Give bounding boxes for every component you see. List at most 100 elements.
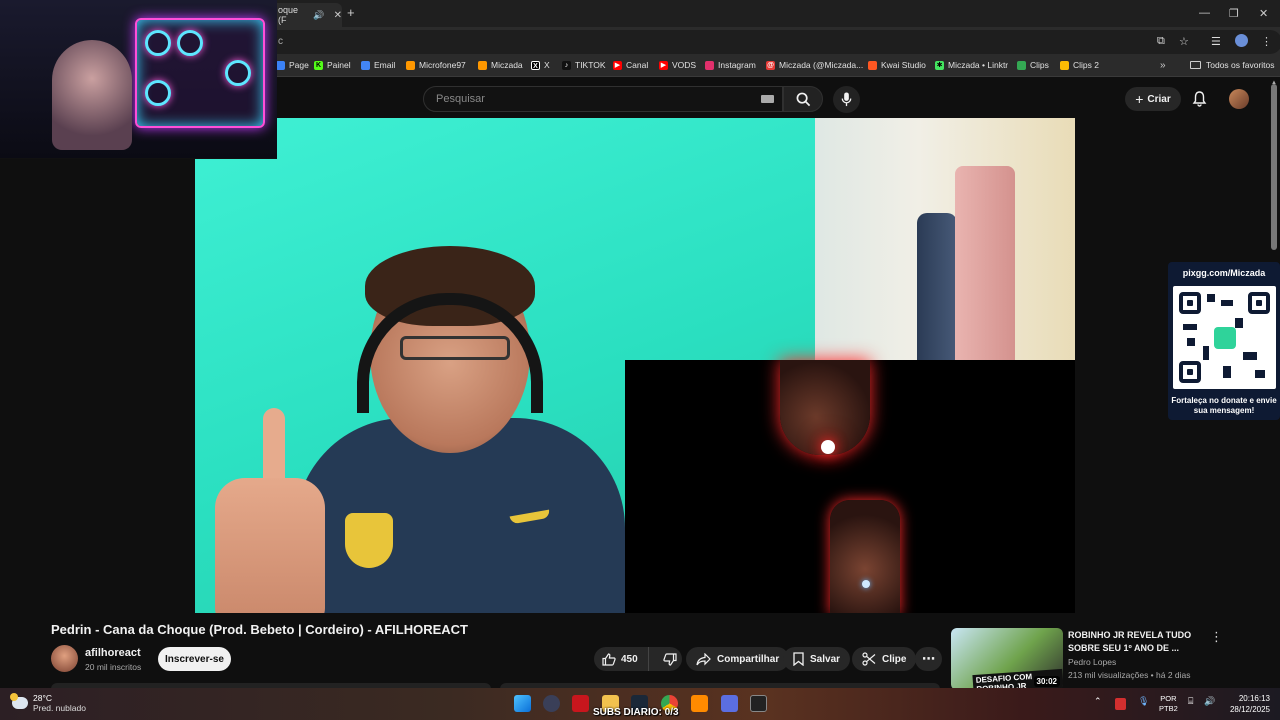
bookmark-item[interactable]: ✱ Miczada • Linktr	[935, 60, 1008, 70]
recommendation-meta: 213 mil visualizações • há 2 dias	[1068, 670, 1191, 680]
like-dislike-group: 450	[594, 647, 682, 671]
recommendation-title[interactable]: ROBINHO JR REVELA TUDO SOBRE SEU 1º ANO …	[1068, 629, 1198, 655]
rgb-fan-icon	[145, 30, 171, 56]
volume-icon[interactable]: 🔊	[1204, 696, 1215, 707]
bookmark-item[interactable]: @ Miczada (@Miczada...	[766, 60, 863, 70]
voice-search-button[interactable]	[833, 86, 860, 113]
like-button[interactable]: 450	[594, 647, 649, 671]
search-icon	[796, 92, 811, 107]
tab-title: oque (F	[278, 5, 299, 25]
email-icon	[361, 60, 370, 70]
recommendation-channel[interactable]: Pedro Lopes	[1068, 657, 1116, 667]
thumbs-up-icon	[602, 652, 616, 666]
search-button[interactable]	[783, 86, 823, 112]
drive-icon	[1017, 60, 1026, 70]
bookmark-item[interactable]: Clips 2	[1060, 60, 1099, 70]
microphone-tray-icon[interactable]: 🎙	[1138, 696, 1149, 707]
bookmark-item[interactable]: ▶ Canal	[613, 60, 648, 70]
video-inset-clip	[625, 360, 1075, 613]
video-player[interactable]	[195, 118, 1075, 613]
voicemeeter-app-icon[interactable]	[572, 695, 589, 712]
youtube-icon: ▶	[659, 60, 668, 70]
settings-app-icon[interactable]	[543, 695, 560, 712]
minimize-icon[interactable]: —	[1199, 7, 1210, 19]
tiktok-icon: ♪	[562, 60, 571, 70]
profile-icon[interactable]	[1235, 34, 1248, 47]
bookmark-item[interactable]: Kwai Studio	[868, 60, 926, 70]
channel-name[interactable]: afilhoreact	[85, 647, 141, 659]
windows-start-icon[interactable]	[514, 695, 531, 712]
partly-cloudy-icon	[10, 693, 28, 709]
page-scrollbar[interactable]	[1271, 84, 1277, 250]
search-input[interactable]: Pesquisar	[423, 86, 783, 112]
speaker-icon[interactable]: 🔊	[313, 10, 324, 21]
bookmark-item[interactable]: Microfone97	[406, 60, 466, 70]
more-vertical-icon[interactable]: ⋮	[1210, 629, 1223, 645]
taskbar-clock[interactable]: 20:16:13 28/12/2025	[1226, 693, 1270, 715]
clip-button[interactable]: Clipe	[852, 647, 917, 671]
qr-module	[1235, 318, 1243, 328]
video-glasses	[400, 336, 510, 360]
app-shortcut-icon[interactable]	[721, 695, 738, 712]
subscribe-button[interactable]: Inscrever-se	[158, 647, 231, 671]
address-field[interactable]: c	[262, 30, 1280, 54]
qr-code	[1173, 286, 1276, 389]
create-button[interactable]: + Criar	[1125, 87, 1181, 111]
qr-module	[1207, 294, 1215, 302]
scissors-icon	[862, 652, 876, 666]
app-shortcut-icon[interactable]	[691, 695, 708, 712]
rgb-fan-icon	[177, 30, 203, 56]
qr-module	[1183, 324, 1197, 330]
notifications-bell-icon[interactable]	[1192, 91, 1207, 107]
link-icon	[478, 60, 487, 70]
close-tab-icon[interactable]: ✕	[334, 10, 342, 21]
star-icon[interactable]: ☆	[1179, 35, 1189, 48]
reading-list-icon[interactable]: ☰	[1211, 35, 1221, 48]
qr-module	[1203, 346, 1209, 360]
drive-icon	[1060, 60, 1069, 70]
install-app-icon[interactable]: ⧉	[1157, 35, 1165, 48]
inset-hand-bottom	[830, 500, 900, 613]
account-avatar[interactable]	[1229, 89, 1249, 109]
weather-widget[interactable]: 28°C Pred. nublado	[10, 693, 86, 713]
tray-overflow-icon[interactable]: ⌃	[1094, 696, 1102, 707]
qr-module	[1223, 366, 1231, 378]
bookmark-item[interactable]: Page	[276, 60, 309, 70]
donate-url: pixgg.com/Miczada	[1182, 268, 1266, 278]
recommendation-thumbnail[interactable]: DESAFIO COM ROBINHO JR 30:02	[951, 628, 1063, 690]
tray-app-icon[interactable]	[1115, 698, 1126, 710]
bookmark-item[interactable]: Email	[361, 60, 395, 70]
restore-icon[interactable]: ❐	[1229, 7, 1239, 20]
save-button[interactable]: Salvar	[783, 647, 851, 671]
folder-icon	[1190, 61, 1201, 69]
clock-time: 20:16:13	[1238, 694, 1270, 703]
keyboard-icon[interactable]	[761, 95, 774, 103]
bookmark-item[interactable]: K Painel	[314, 60, 351, 70]
chevron-double-right-icon[interactable]: »	[1160, 60, 1166, 71]
clock-date: 28/12/2025	[1229, 705, 1270, 714]
bookmark-item[interactable]: Miczada	[478, 60, 523, 70]
bookmark-item[interactable]: XX	[531, 60, 550, 70]
youtube-icon: ▶	[613, 60, 622, 70]
bookmark-item[interactable]: Clips	[1017, 60, 1049, 70]
screen: oque (F 🔊 ✕ + — ❐ ✕ c ⧉ ☆ ☰ ⋮ Page K Pain…	[0, 0, 1280, 720]
all-favorites-button[interactable]: Todos os favoritos	[1190, 60, 1275, 70]
dislike-button[interactable]	[655, 647, 677, 671]
address-text: c	[278, 36, 283, 47]
new-tab-icon[interactable]: +	[347, 5, 355, 20]
close-window-icon[interactable]: ✕	[1259, 7, 1268, 20]
channel-avatar[interactable]	[51, 645, 78, 672]
share-button[interactable]: Compartilhar	[686, 647, 790, 671]
bookmark-item[interactable]: ♪ TIKTOK	[562, 60, 606, 70]
webcam-streamer	[52, 40, 132, 150]
more-actions-icon[interactable]: ⋯	[915, 647, 942, 671]
more-menu-icon[interactable]: ⋮	[1261, 35, 1272, 48]
thumbs-down-icon	[663, 652, 677, 666]
language-indicator[interactable]: POR PTB2	[1159, 694, 1178, 714]
bookmark-item[interactable]: Instagram	[705, 60, 756, 70]
bookmark-item[interactable]: ▶ VODS	[659, 60, 696, 70]
video-hanging-clothes	[917, 213, 957, 363]
qr-finder-mark	[1179, 361, 1201, 383]
terminal-app-icon[interactable]	[750, 695, 767, 712]
network-icon[interactable]: ⌸	[1188, 696, 1193, 707]
